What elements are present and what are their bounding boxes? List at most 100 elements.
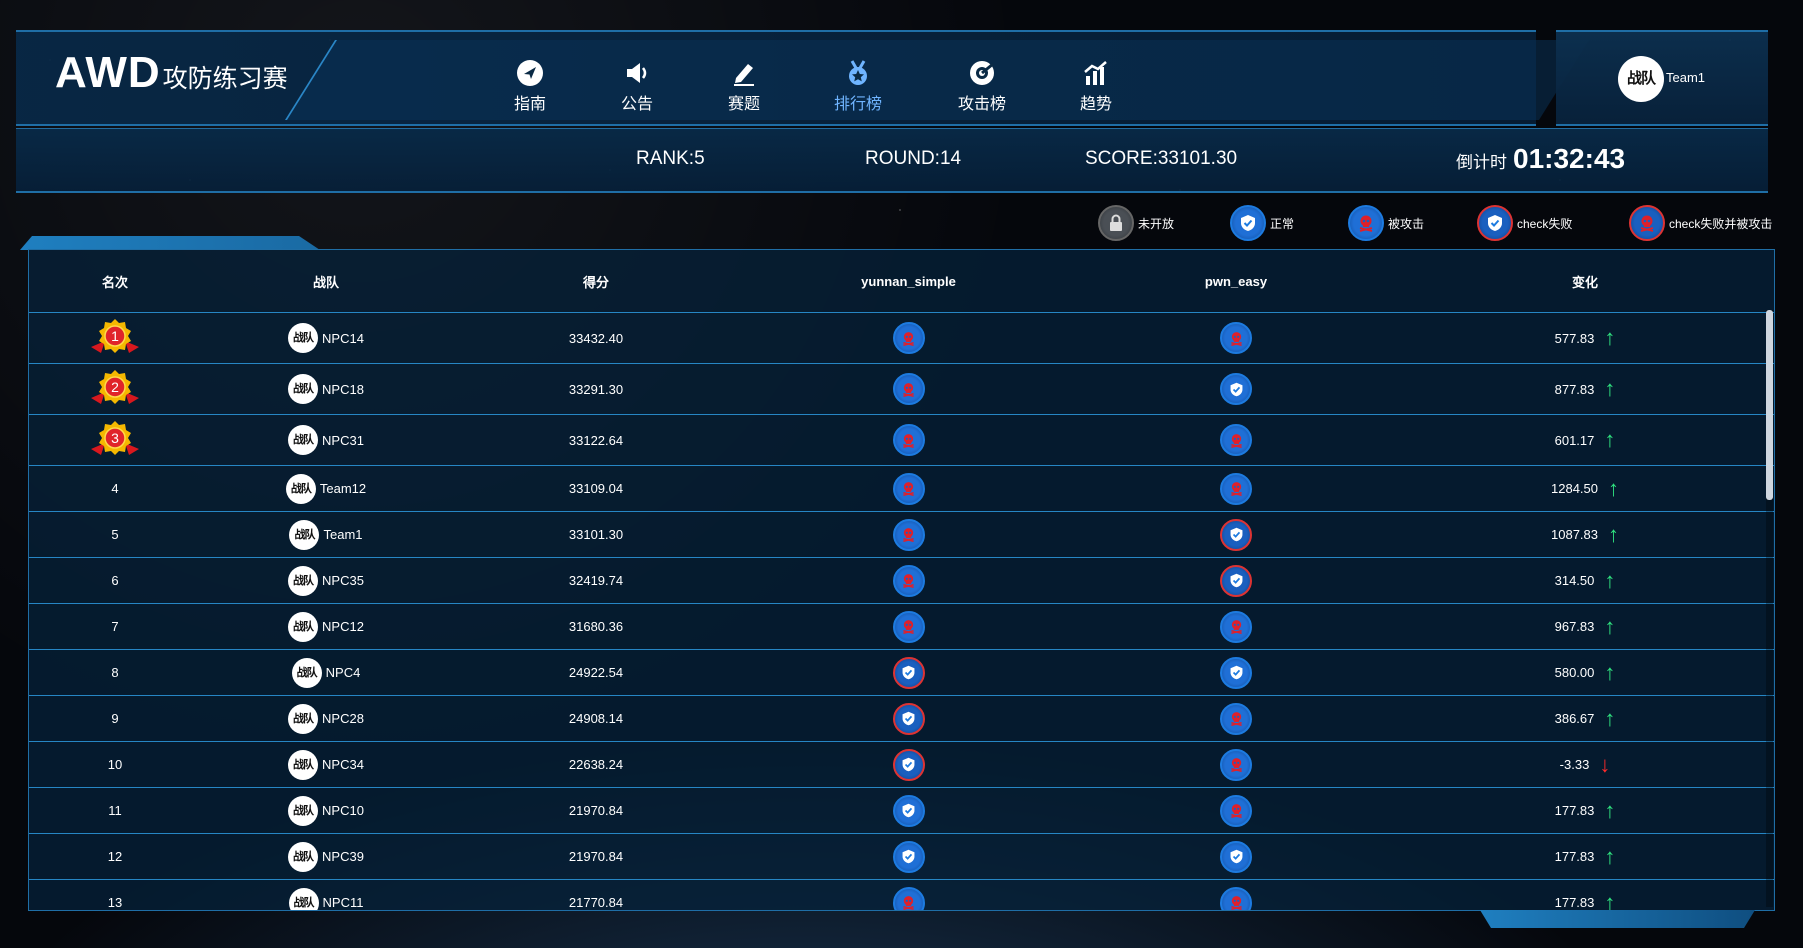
team-name[interactable]: NPC11 [323,895,364,910]
avatar: 战队 [288,425,319,455]
arrow-up-icon: ↑ [1604,325,1616,350]
col-team[interactable]: 战队 [201,250,451,313]
leaderboard-table: 名次 战队 得分 yunnan_simple pwn_easy 变化 1 战队 NP… [28,249,1775,911]
yunnan-simple-cell [741,787,1076,834]
team-name[interactable]: NPC14 [322,331,364,346]
legend-locked: 未开放 [1098,205,1174,241]
service-status[interactable] [892,322,925,354]
change-value: 177.83 [1554,849,1595,864]
rank-number: 4 [111,481,119,496]
scroll-thumb[interactable] [1766,310,1773,500]
arrow-up-icon: ↑ [1604,705,1616,731]
service-status[interactable] [892,656,925,689]
pwn-easy-cell [1076,603,1396,650]
service-status[interactable] [892,472,925,505]
table-row[interactable]: 8 战队 NPC4 24922.54 580.00 ↑ [29,649,1774,696]
service-status[interactable] [1220,564,1252,597]
nav-trend[interactable]: 趋势 [1051,58,1141,114]
avatar: 战队 [288,887,319,910]
team-name[interactable]: Team1 [323,527,362,542]
service-status[interactable] [892,794,925,827]
table-row[interactable]: 10 战队 NPC34 22638.24 -3.33 ↓ [29,741,1774,788]
service-status[interactable] [1220,794,1252,827]
service-status[interactable] [1220,886,1252,910]
team-name[interactable]: NPC10 [322,803,364,818]
pwn-easy-cell [1076,741,1396,788]
table-scrollbar[interactable] [1766,310,1773,907]
table-row[interactable]: 11 战队 NPC10 21970.84 177.83 ↑ [29,787,1774,834]
col-change[interactable]: 变化 [1396,250,1774,313]
team-name[interactable]: NPC4 [326,665,361,680]
service-status[interactable] [1220,472,1252,505]
score-cell: 21970.84 [451,833,741,880]
nav-guide[interactable]: 指南 [485,58,575,114]
table-row[interactable]: 2 战队 NPC18 33291.30 877.83 ↑ [29,363,1774,415]
service-status[interactable] [1220,424,1252,456]
team-cell: 战队 NPC18 [201,363,451,415]
legend-attacked: 被攻击 [1348,205,1424,241]
service-status[interactable] [892,518,925,551]
table-row[interactable]: 3 战队 NPC31 33122.64 601.17 ↑ [29,414,1774,466]
team-name[interactable]: Team12 [320,481,366,496]
service-status[interactable] [1220,373,1252,405]
rank-cell: 12 [29,833,201,880]
service-status[interactable] [1220,702,1252,735]
team-name[interactable]: NPC39 [322,849,364,864]
service-status[interactable] [892,373,925,405]
nav-challenges[interactable]: 赛题 [699,58,789,114]
rank-cell: 4 [29,465,201,512]
avatar: 战队 [289,519,320,550]
team-name[interactable]: NPC31 [322,433,364,448]
col-pwn-easy[interactable]: pwn_easy [1076,250,1396,313]
table-row[interactable]: 1 战队 NPC14 33432.40 577.83 ↑ [29,312,1774,364]
team-name[interactable]: NPC28 [322,711,364,726]
service-status[interactable] [892,886,925,910]
user-panel[interactable]: 战队 Team1 [1556,30,1768,126]
service-status[interactable] [1220,748,1252,781]
team-name[interactable]: NPC34 [322,757,364,772]
change-cell: 877.83 ↑ [1396,363,1774,415]
score-cell: 33122.64 [451,414,741,466]
avatar: 战队 [1618,56,1664,102]
skull-badge-icon [892,886,925,910]
countdown-value: 01:32:43 [1513,143,1626,174]
score-cell: 33291.30 [451,363,741,415]
col-score[interactable]: 得分 [451,250,741,313]
nav-attack-board[interactable]: 攻击榜 [937,58,1027,114]
service-status[interactable] [892,748,925,781]
pwn-easy-cell [1076,649,1396,696]
rank-number: 3 [111,429,119,446]
service-status[interactable] [892,424,925,456]
service-status[interactable] [1220,610,1252,643]
table-row[interactable]: 12 战队 NPC39 21970.84 177.83 ↑ [29,833,1774,880]
table-row[interactable]: 9 战队 NPC28 24908.14 386.67 ↑ [29,695,1774,742]
service-status[interactable] [892,702,925,735]
service-status[interactable] [1220,518,1252,551]
legend-normal: 正常 [1230,205,1294,241]
team-name[interactable]: NPC35 [322,573,364,588]
service-status[interactable] [892,610,925,643]
shield-fail-badge-icon [892,656,925,689]
service-status[interactable] [1220,840,1252,873]
nav-leaderboard[interactable]: 排行榜 [813,58,903,114]
table-row[interactable]: 5 战队 Team1 33101.30 1087.83 ↑ [29,511,1774,558]
team-cell: 战队 Team1 [201,511,451,558]
change-value: 177.83 [1554,895,1595,910]
team-name[interactable]: NPC18 [322,382,364,397]
score-cell: 33109.04 [451,465,741,512]
service-status[interactable] [892,564,925,597]
nav-announcement[interactable]: 公告 [592,58,682,114]
service-status[interactable] [892,840,925,873]
skull-badge-icon [1220,424,1252,456]
service-status[interactable] [1220,322,1252,354]
table-row[interactable]: 13 战队 NPC11 21770.84 177.83 ↑ [29,879,1774,910]
col-yunnan-simple[interactable]: yunnan_simple [741,250,1076,313]
team-name[interactable]: NPC12 [322,619,364,634]
skull-badge-icon [892,322,925,354]
col-rank[interactable]: 名次 [29,250,201,313]
service-status[interactable] [1220,656,1252,689]
legend-check-fail: check失败 [1477,205,1572,241]
table-row[interactable]: 7 战队 NPC12 31680.36 967.83 ↑ [29,603,1774,650]
table-row[interactable]: 6 战队 NPC35 32419.74 314.50 ↑ [29,557,1774,604]
table-row[interactable]: 4 战队 Team12 33109.04 1284.50 ↑ [29,465,1774,512]
